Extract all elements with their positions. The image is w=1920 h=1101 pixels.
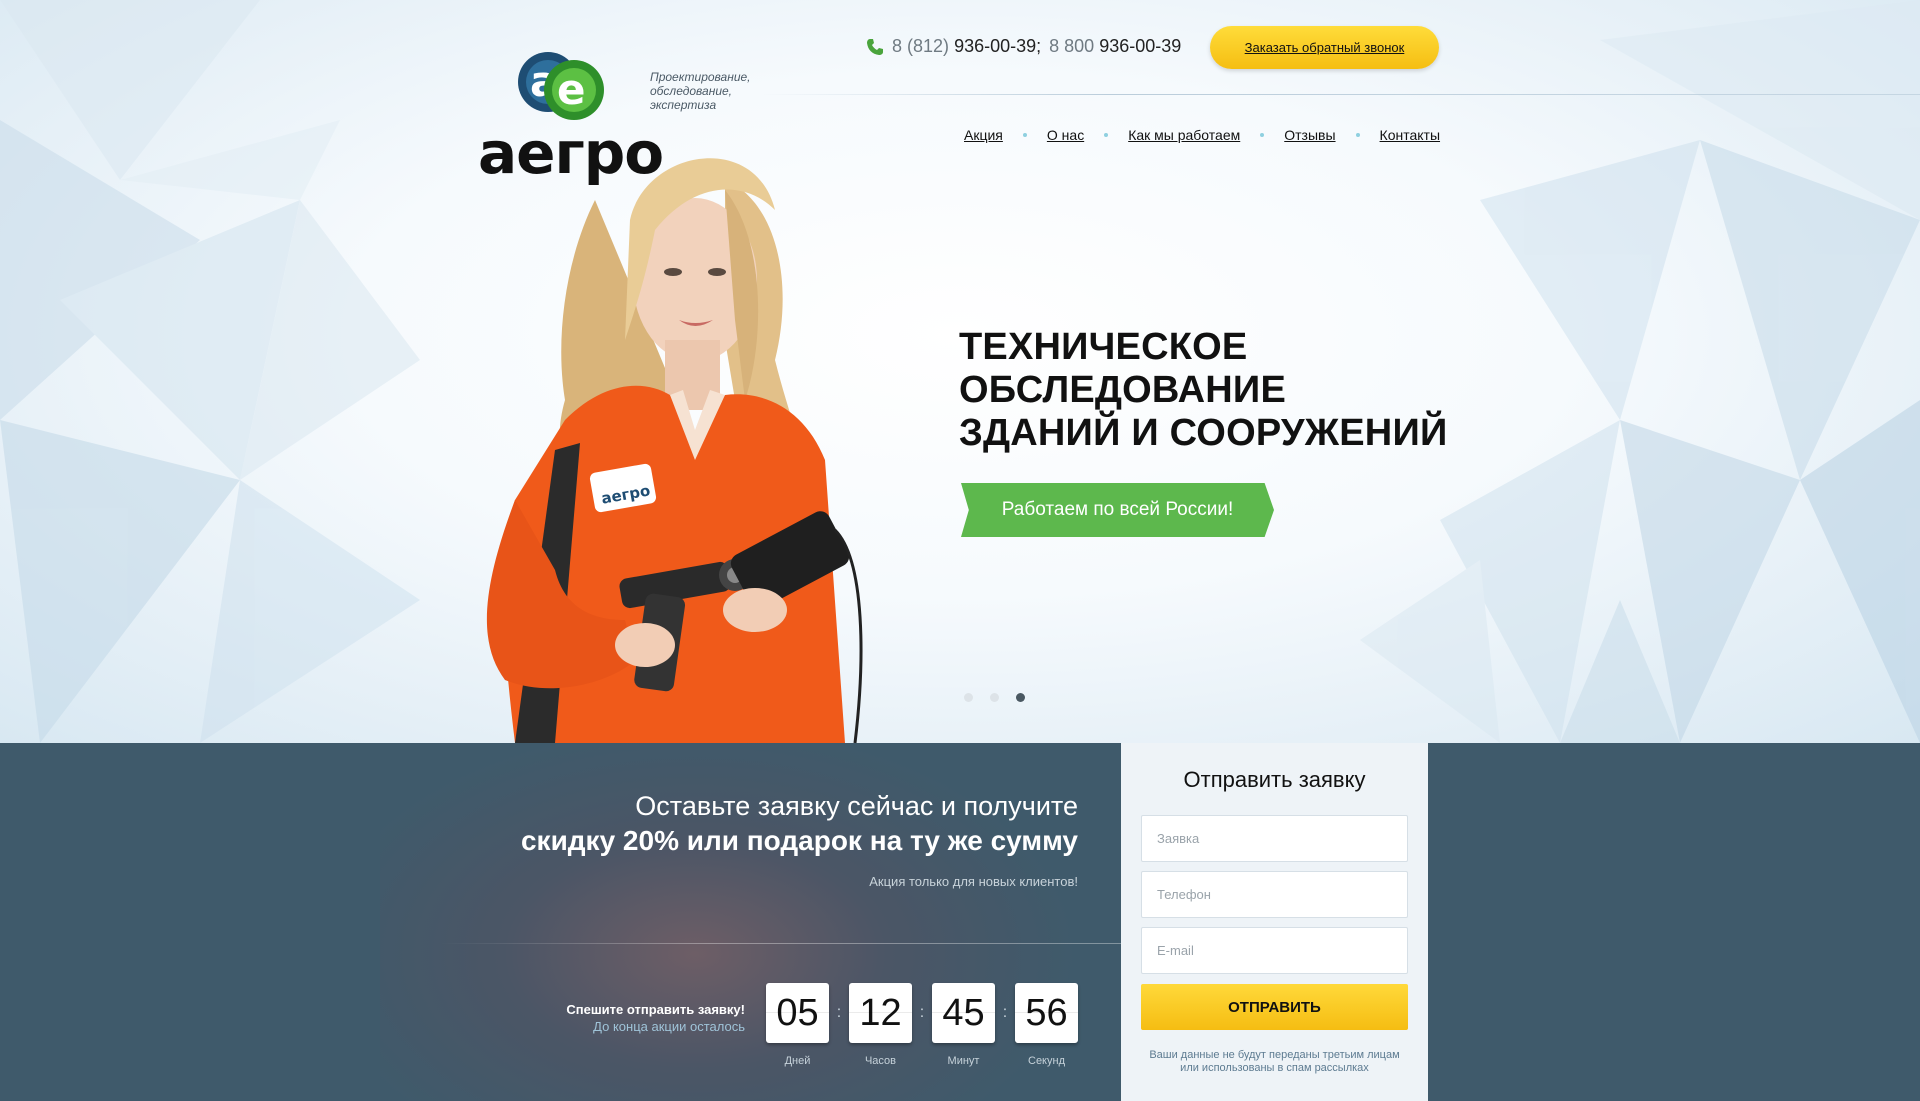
offer-note: Акция только для новых клиентов! — [869, 874, 1078, 889]
slider-dot-3[interactable] — [1016, 693, 1025, 702]
brand-tagline: Проектирование, обследование, экспертиза — [650, 70, 751, 112]
headline-line: ОБСЛЕДОВАНИЕ — [959, 369, 1286, 411]
privacy-note-line: или использованы в спам рассылках — [1180, 1062, 1369, 1074]
phone-numbers: 8 (812) 936-00-39; 8 800 936-00-39 — [866, 36, 1181, 57]
headline-line: ТЕХНИЧЕСКОЕ — [959, 326, 1248, 368]
offer-discount: скидку 20% или подарок на ту же сумму — [520, 825, 1078, 856]
nav-separator — [1104, 133, 1109, 137]
countdown-minutes: 45 Минут — [932, 983, 995, 1067]
countdown-label: Секунд — [1028, 1055, 1065, 1067]
svg-text:e: e — [557, 65, 586, 114]
phone2-number[interactable]: 936-00-39 — [1099, 36, 1181, 57]
nav-item-how-we-work[interactable]: Как мы работаем — [1128, 127, 1240, 143]
headline-line: ЗДАНИЙ И СООРУЖЕНИЙ — [959, 412, 1448, 454]
email-input[interactable] — [1141, 927, 1408, 974]
offer-heading: Оставьте заявку сейчас и получите — [635, 791, 1078, 821]
phone2-code: 8 800 — [1049, 36, 1095, 56]
nav-item-promo[interactable]: Акция — [964, 127, 1003, 143]
privacy-note-line: Ваши данные не будут переданы третьим ли… — [1149, 1049, 1400, 1061]
hurry-subtitle: До конца акции осталось — [593, 1019, 745, 1034]
hurry-title: Спешите отправить заявку! — [566, 1002, 745, 1017]
nav-separator — [1355, 133, 1360, 137]
hero-headline: ТЕХНИЧЕСКОЕ ОБСЛЕДОВАНИЕ ЗДАНИЙ И СООРУЖ… — [959, 326, 1479, 455]
countdown-seconds: 56 Секунд — [1015, 983, 1078, 1067]
privacy-note: Ваши данные не будут переданы третьим ли… — [1131, 1049, 1418, 1075]
phone-icon — [867, 38, 883, 55]
nav-item-contacts[interactable]: Контакты — [1380, 127, 1440, 143]
tagline-line: экспертиза — [650, 98, 717, 112]
nav-item-reviews[interactable]: Отзывы — [1284, 127, 1335, 143]
offer-divider — [440, 943, 1121, 944]
countdown-days: 05 Дней — [766, 983, 829, 1067]
countdown-timer: 05 Дней : 12 Часов : 45 Минут : 56 Секун… — [766, 983, 1078, 1067]
countdown-value: 12 — [849, 983, 912, 1043]
countdown-value: 56 — [1015, 983, 1078, 1043]
countdown-label: Минут — [947, 1055, 980, 1067]
request-input[interactable] — [1141, 815, 1408, 862]
nav-item-about[interactable]: О нас — [1047, 127, 1084, 143]
header-divider — [760, 94, 1920, 95]
slider-dots — [964, 693, 1042, 702]
countdown-value: 05 — [766, 983, 829, 1043]
nav-separator — [1260, 133, 1265, 137]
hero-engineer-image: аегро — [486, 158, 863, 743]
tagline-line: обследование, — [650, 84, 732, 98]
form-title: Отправить заявку — [1183, 767, 1366, 792]
submit-button[interactable]: ОТПРАВИТЬ — [1141, 984, 1408, 1030]
phone1-number[interactable]: 936-00-39; — [954, 36, 1041, 57]
countdown-label: Часов — [864, 1055, 897, 1067]
countdown-colon: : — [1002, 1004, 1008, 1021]
request-form: Отправить заявку ОТПРАВИТЬ Ваши данные н… — [1121, 743, 1428, 1101]
countdown-hours: 12 Часов — [849, 983, 912, 1067]
countdown-value: 45 — [932, 983, 995, 1043]
tagline-line: Проектирование, — [650, 70, 751, 84]
coverage-ribbon: Работаем по всей России! — [961, 483, 1274, 537]
countdown-colon: : — [919, 1004, 925, 1021]
ae-logo-mark-icon: a e — [518, 52, 604, 120]
nav-separator — [1022, 133, 1027, 137]
main-nav: Акция О нас Как мы работаем Отзывы Конта… — [964, 127, 1440, 143]
slider-dot-1[interactable] — [964, 693, 973, 702]
hero-section: a e аегро Проектирование, обследование, … — [0, 0, 1920, 743]
phone-input[interactable] — [1141, 871, 1408, 918]
callback-button[interactable]: Заказать обратный звонок — [1210, 26, 1439, 69]
countdown-label: Дней — [784, 1055, 811, 1067]
countdown-caption: Спешите отправить заявку! До конца акции… — [566, 1002, 745, 1034]
countdown-colon: : — [836, 1004, 842, 1021]
slider-dot-2[interactable] — [990, 693, 999, 702]
phone1-code: 8 (812) — [892, 36, 950, 56]
